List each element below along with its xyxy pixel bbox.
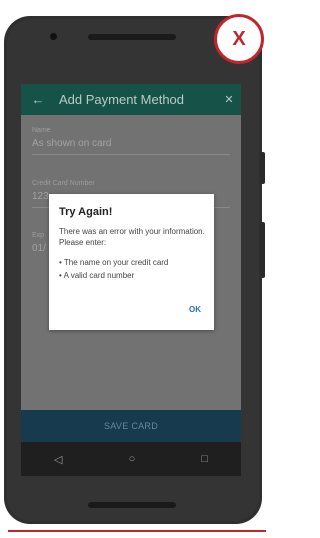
bottom-speaker — [88, 502, 176, 508]
card-number-label: Credit Card Number — [32, 180, 95, 187]
dialog-title: Try Again! — [59, 206, 113, 218]
top-speaker — [88, 34, 176, 40]
nav-home-icon[interactable]: ○ — [129, 453, 136, 465]
page-title: Add Payment Method — [59, 92, 185, 107]
name-field-label: Name — [32, 127, 51, 134]
dialog-message: There was an error with your information… — [59, 227, 205, 247]
power-button — [260, 152, 265, 184]
dialog-bullet-list: • The name on your credit card • A valid… — [59, 256, 209, 282]
name-field-underline — [32, 154, 230, 155]
red-divider — [8, 530, 266, 532]
save-card-button[interactable]: SAVE CARD — [21, 410, 241, 442]
dialog-bullet-item: • The name on your credit card — [59, 258, 169, 267]
android-nav-bar: ◁ ○ □ — [21, 442, 241, 476]
dialog-bullet-item: • A valid card number — [59, 271, 135, 280]
name-field-value[interactable]: As shown on card — [32, 138, 230, 149]
nav-recents-icon[interactable]: □ — [201, 453, 208, 465]
ok-button[interactable]: OK — [189, 305, 201, 314]
arrow-back-icon[interactable]: ← — [21, 92, 55, 107]
error-x-badge: X — [214, 14, 264, 64]
close-icon[interactable]: ✕ — [217, 93, 241, 106]
name-field[interactable]: Name As shown on card — [32, 127, 230, 155]
volume-button — [260, 222, 265, 278]
app-bar: ← Add Payment Method ✕ — [21, 84, 241, 115]
nav-back-icon[interactable]: ◁ — [54, 453, 62, 466]
front-camera — [50, 33, 57, 40]
error-dialog: Try Again! There was an error with your … — [49, 194, 214, 330]
